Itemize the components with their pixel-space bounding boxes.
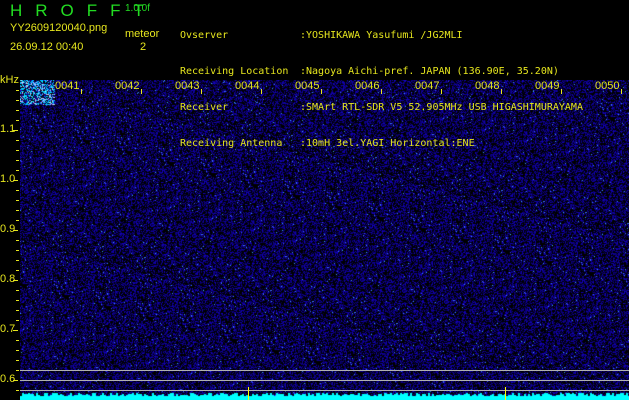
- meteor-marker: [248, 387, 249, 400]
- y-minor-tick: [16, 170, 19, 171]
- y-minor-tick: [16, 340, 19, 341]
- y-minor-tick: [16, 260, 19, 261]
- info-key: Receiving Antenna: [180, 138, 283, 149]
- info-key: Receiver: [180, 102, 229, 113]
- y-minor-tick: [16, 240, 19, 241]
- info-row: Receiver :SMArt RTL-SDR V5 52.905MHz USB …: [180, 102, 620, 114]
- y-minor-tick: [16, 290, 19, 291]
- y-tick: [13, 380, 18, 381]
- y-minor-tick: [16, 90, 19, 91]
- y-minor-tick: [16, 390, 19, 391]
- time-label: 0041: [55, 80, 80, 92]
- meteor-marker: [505, 387, 506, 400]
- reference-line: [20, 370, 629, 371]
- y-minor-tick: [16, 140, 19, 141]
- y-tick: [13, 230, 18, 231]
- y-minor-tick: [16, 220, 19, 221]
- datetime-label: 26.09.12 00:40: [10, 41, 84, 53]
- info-value: :SMArt RTL-SDR V5 52.905MHz USB HIGASHIM…: [300, 102, 583, 113]
- time-tick: [141, 89, 142, 94]
- y-label: 1.0: [0, 173, 16, 185]
- info-key: Receiving Location: [180, 66, 289, 77]
- meteor-label: meteor: [125, 28, 160, 40]
- y-minor-tick: [16, 300, 19, 301]
- info-value: :YOSHIKAWA Yasufumi /JG2MLI: [300, 30, 463, 41]
- info-row: Receiving Antenna :10mH 3el.YAGI Horizont…: [180, 138, 620, 150]
- y-minor-tick: [16, 190, 19, 191]
- y-minor-tick: [16, 200, 19, 201]
- y-minor-tick: [16, 250, 19, 251]
- y-minor-tick: [16, 150, 19, 151]
- y-minor-tick: [16, 120, 19, 121]
- y-label: 0.7: [0, 323, 16, 335]
- y-tick: [13, 130, 18, 131]
- y-minor-tick: [16, 270, 19, 271]
- info-value: :Nagoya Aichi-pref. JAPAN (136.90E, 35.2…: [300, 66, 559, 77]
- info-value: :10mH 3el.YAGI Horizontal:ENE: [300, 138, 475, 149]
- y-minor-tick: [16, 160, 19, 161]
- y-minor-tick: [16, 360, 19, 361]
- reference-line: [20, 390, 629, 391]
- info-key: Ovserver: [180, 30, 229, 41]
- time-label: 0042: [115, 80, 140, 92]
- y-minor-tick: [16, 210, 19, 211]
- y-tick: [13, 330, 18, 331]
- y-label: 0.9: [0, 223, 16, 235]
- station-info: Ovserver :YOSHIKAWA Yasufumi /JG2MLI Rece…: [180, 6, 620, 149]
- time-tick: [81, 89, 82, 94]
- info-row: Receiving Location :Nagoya Aichi-pref. JA…: [180, 66, 620, 78]
- y-tick: [13, 280, 18, 281]
- meteor-count: 2: [140, 41, 147, 53]
- y-tick: [13, 180, 18, 181]
- y-unit-label: kHz: [0, 74, 19, 86]
- y-minor-tick: [16, 350, 19, 351]
- y-label: 1.1: [0, 123, 16, 135]
- version-label: 1.0.0f: [125, 3, 151, 14]
- reference-line: [20, 380, 629, 381]
- y-label: 0.6: [0, 373, 16, 385]
- y-minor-tick: [16, 110, 19, 111]
- y-minor-tick: [16, 310, 19, 311]
- y-minor-tick: [16, 320, 19, 321]
- y-minor-tick: [16, 370, 19, 371]
- time-tick: [621, 89, 622, 94]
- filename-label: YY2609120040.png: [10, 22, 108, 34]
- info-row: Ovserver :YOSHIKAWA Yasufumi /JG2MLI: [180, 30, 620, 42]
- y-minor-tick: [16, 100, 19, 101]
- y-label: 0.8: [0, 273, 16, 285]
